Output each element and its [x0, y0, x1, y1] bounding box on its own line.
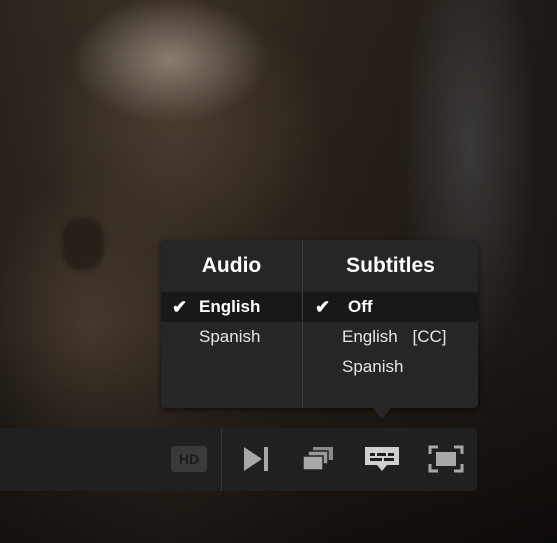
subtitles-button[interactable]: [361, 442, 403, 476]
subtitles-column: Subtitles ✔ Off English [CC] Spanish: [303, 240, 478, 382]
subtitle-option-spanish[interactable]: Spanish: [303, 352, 478, 382]
audio-option-label: English: [199, 297, 261, 316]
audio-option-spanish[interactable]: Spanish: [161, 322, 302, 352]
check-icon: ✔: [315, 297, 331, 317]
subtitles-title: Subtitles: [346, 254, 435, 277]
subtitle-option-label: Off: [348, 297, 373, 316]
next-episode-button[interactable]: [236, 442, 276, 476]
subtitle-option-label: English: [342, 327, 398, 346]
fullscreen-icon: [428, 445, 464, 473]
check-icon: ✔: [172, 297, 188, 317]
cc-tag: [CC]: [412, 327, 447, 346]
menu-pointer: [372, 407, 392, 419]
audio-title: Audio: [201, 254, 262, 277]
video-player[interactable]: Audio ✔ English Spanish Subtitles ✔ Off …: [0, 0, 557, 543]
subtitles-icon: [365, 447, 399, 471]
next-episode-icon: [244, 447, 268, 471]
control-bar: HD: [0, 428, 477, 491]
episodes-button[interactable]: [298, 442, 338, 476]
audio-option-english[interactable]: ✔ English: [161, 292, 302, 322]
subtitle-option-english-cc[interactable]: English [CC]: [303, 322, 478, 352]
audio-subtitles-menu: Audio ✔ English Spanish Subtitles ✔ Off …: [161, 240, 478, 408]
hd-badge: HD: [171, 446, 207, 472]
control-divider: [221, 428, 222, 491]
subtitle-option-label: Spanish: [342, 357, 404, 376]
fullscreen-button[interactable]: [425, 442, 467, 476]
audio-option-label: Spanish: [199, 327, 261, 346]
audio-column: Audio ✔ English Spanish: [161, 240, 302, 352]
subtitle-option-off[interactable]: ✔ Off: [303, 292, 478, 322]
episodes-icon: [302, 447, 333, 471]
